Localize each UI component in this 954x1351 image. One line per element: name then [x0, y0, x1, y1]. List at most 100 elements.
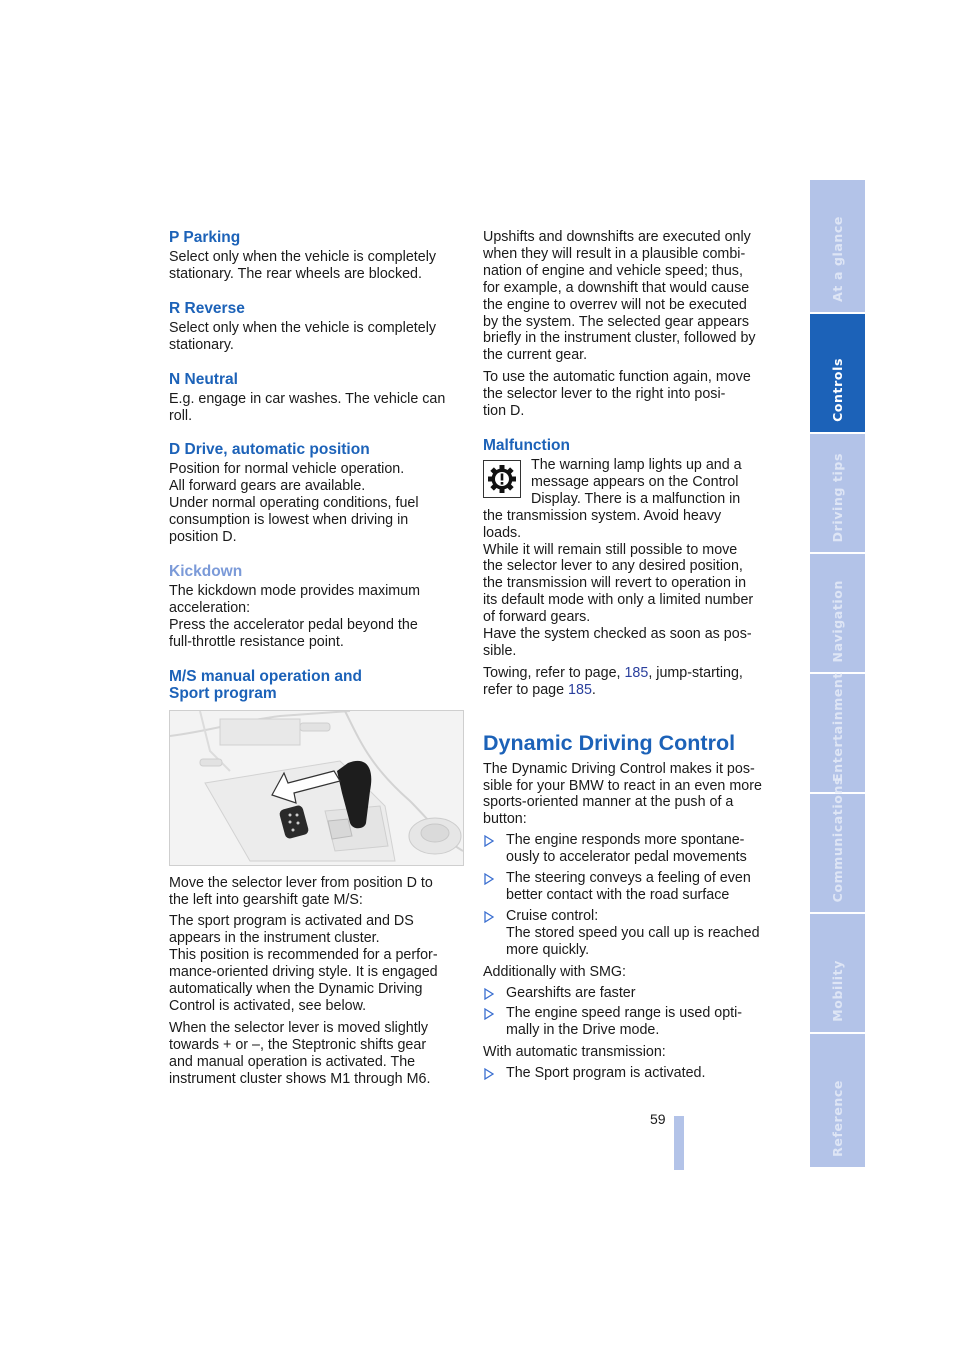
tab-label: Reference [830, 1080, 845, 1157]
text-line: sible for your BMW to react in an even m… [483, 777, 762, 794]
text-line: roll. [169, 407, 193, 424]
text-line: Select only when the vehicle is complete… [169, 319, 437, 336]
text-fragment: , jump-starting, [648, 664, 743, 681]
tab-communications[interactable]: Communications [810, 777, 865, 912]
text-line: While it will remain still possible to m… [483, 541, 738, 558]
tab-label: Driving tips [830, 452, 845, 542]
text-line: full-throttle resistance point. [169, 633, 344, 650]
ms-para-3: When the selector lever is moved slightl… [169, 1020, 464, 1088]
text-fragment: Towing, refer to page, [483, 664, 625, 681]
heading-line: Sport program [169, 684, 277, 702]
text-line: mally in the Drive mode. [506, 1022, 660, 1039]
tab-driving-tips[interactable]: Driving tips [810, 434, 865, 552]
shifts-para-2: To use the automatic function again, mov… [483, 369, 775, 420]
text-line: better contact with the road surface [506, 887, 730, 903]
text-line: To use the automatic function again, mov… [483, 369, 751, 386]
d-drive-text: Position for normal vehicle operation. A… [169, 461, 464, 546]
list-item: Gearshifts are faster [483, 985, 775, 1002]
text-line: the selector lever to the right into pos… [483, 386, 726, 403]
tab-navigation[interactable]: Navigation [810, 554, 865, 672]
text-line: button: [483, 811, 527, 828]
ms-para-2: The sport program is activated and DS ap… [169, 913, 464, 1014]
tab-mobility[interactable]: Mobility [810, 914, 865, 1032]
text-line: Select only when the vehicle is complete… [169, 249, 437, 265]
text-line: message appears on the Control [531, 473, 739, 490]
kickdown-text: The kickdown mode provides maximum accel… [169, 583, 464, 651]
auto-label: With automatic transmission: [483, 1044, 666, 1061]
text-line: Under normal operating conditions, fuel [169, 495, 419, 512]
text-line: Move the selector lever from position D … [169, 874, 433, 891]
malfunction-text: The warning lamp lights up and a message… [483, 457, 775, 660]
text-line: and manual operation is activated. The [169, 1053, 416, 1070]
heading-malfunction: Malfunction [483, 436, 570, 454]
text-line: Have the system checked as soon as pos- [483, 626, 752, 643]
tab-controls[interactable]: Controls [810, 314, 865, 432]
text-line: Cruise control: [506, 907, 599, 924]
ddc-intro: The Dynamic Driving Control makes it pos… [483, 761, 775, 829]
text-line: stationary. [169, 336, 234, 353]
tab-at-a-glance[interactable]: At a glance [810, 180, 865, 312]
r-reverse-text: Select only when the vehicle is complete… [169, 320, 464, 354]
bullet-triangle-icon [484, 1008, 494, 1021]
text-line: the selector lever to any desired positi… [483, 558, 743, 575]
list-item: The engine responds more spontane- ously… [483, 832, 775, 866]
tab-label: Mobility [830, 960, 845, 1022]
jump-starting-page-link[interactable]: 185 [568, 682, 592, 698]
text-line: of forward gears. [483, 609, 591, 626]
text-line: its default mode with only a limited num… [483, 592, 754, 609]
text-line: The Dynamic Driving Control makes it pos… [483, 760, 755, 777]
selector-lever-illustration [170, 710, 463, 865]
bullet-triangle-icon [484, 987, 494, 1000]
text-line: loads. [483, 524, 522, 541]
tab-entertainment[interactable]: Entertainment [810, 672, 865, 792]
n-neutral-text: E.g. engage in car washes. The vehicle c… [169, 391, 464, 425]
towing-page-link[interactable]: 185 [624, 665, 648, 681]
text-line: more quickly. [506, 941, 590, 958]
text-line: acceleration: [169, 599, 251, 616]
text-line: The sport program is activated and DS [169, 913, 414, 930]
text-line: the transmission will revert to operatio… [483, 575, 747, 592]
heading-line: M/S manual operation and [169, 667, 362, 685]
text-line: The engine speed range is used opti- [506, 1005, 743, 1022]
text-line: the engine to overrev will not be execut… [483, 296, 747, 313]
right-column: Upshifts and downshifts are executed onl… [483, 229, 775, 1082]
text-line: for example, a downshift that would caus… [483, 279, 750, 296]
tab-label: Controls [830, 358, 845, 422]
heading-kickdown: Kickdown [169, 562, 243, 580]
text-line: nation of engine and vehicle speed; thus… [483, 262, 743, 279]
text-line: stationary. The rear wheels are blocked. [169, 265, 422, 282]
text-line: All forward gears are available. [169, 478, 366, 495]
heading-dynamic-driving-control: Dynamic Driving Control [483, 730, 736, 755]
ms-para-1: Move the selector lever from position D … [169, 875, 464, 909]
heading-d-drive: D Drive, automatic position [169, 441, 370, 459]
text-line: E.g. engage in car washes. The vehicle c… [169, 390, 446, 407]
text-line: briefly in the instrument cluster, follo… [483, 330, 756, 347]
page-number: 59 [650, 1111, 666, 1127]
tab-label: Entertainment [830, 672, 845, 782]
text-line: position D. [169, 529, 237, 546]
text-line: Control is activated, see below. [169, 997, 367, 1014]
list-item: The Sport program is activated. [483, 1065, 775, 1082]
text-line: Display. There is a malfunction in [531, 490, 741, 507]
text-line: Gearshifts are faster [506, 984, 636, 1001]
text-line: Position for normal vehicle operation. [169, 461, 405, 478]
heading-p-parking: P Parking [169, 229, 241, 246]
bullet-triangle-icon [484, 835, 494, 848]
text-line: When the selector lever is moved slightl… [169, 1019, 429, 1036]
text-line: by the system. The selected gear appears [483, 313, 749, 330]
text-line: sible. [483, 642, 517, 659]
selector-lever-figure [169, 709, 464, 866]
text-line: The stored speed you call up is reached [506, 924, 760, 941]
text-line: This position is recommended for a perfo… [169, 947, 438, 964]
tab-reference[interactable]: Reference [810, 1034, 865, 1167]
list-item: Cruise control: The stored speed you cal… [483, 908, 775, 959]
text-fragment: . [591, 681, 596, 698]
heading-r-reverse: R Reverse [169, 299, 245, 317]
towing-reference: Towing, refer to page, 185, jump-startin… [483, 665, 775, 699]
list-item: The engine speed range is used opti- mal… [483, 1005, 775, 1039]
page-number-bar [674, 1116, 684, 1170]
malfunction-block: The warning lamp lights up and a message… [483, 457, 775, 660]
heading-ms-manual: M/S manual operation and Sport program [169, 668, 464, 702]
text-line: mance-oriented driving style. It is enga… [169, 964, 438, 981]
text-line: The Sport program is activated. [506, 1065, 706, 1082]
